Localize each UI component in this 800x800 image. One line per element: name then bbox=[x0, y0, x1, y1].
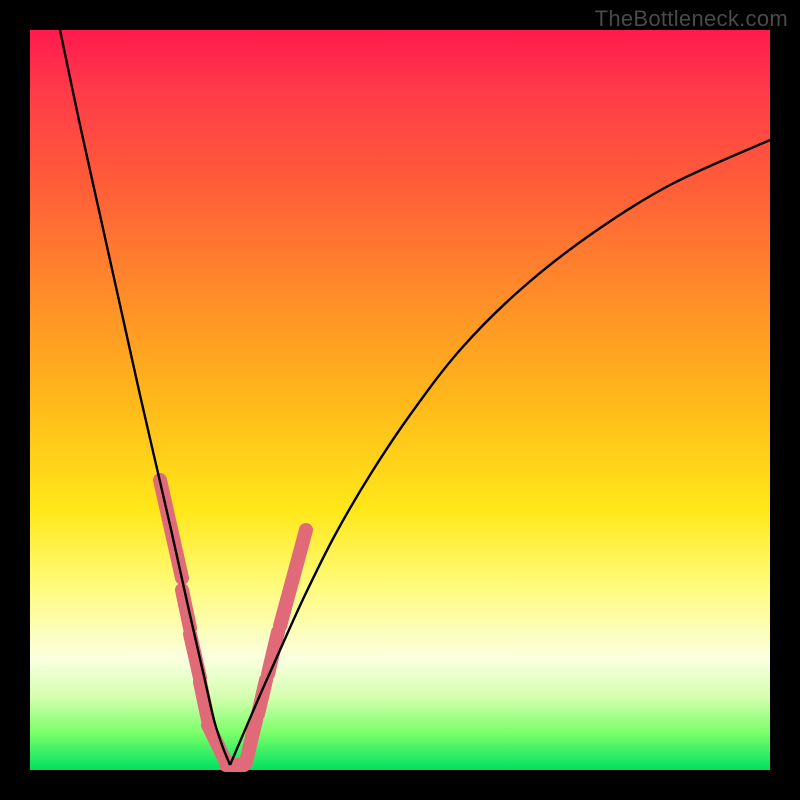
valley-markers bbox=[160, 480, 306, 765]
watermark-text: TheBottleneck.com bbox=[595, 6, 788, 32]
curve-layer bbox=[30, 30, 770, 770]
curve-right-branch bbox=[230, 140, 770, 765]
curve-left-branch bbox=[60, 30, 230, 765]
chart-frame: TheBottleneck.com bbox=[0, 0, 800, 800]
valley-marker-segment bbox=[280, 530, 306, 626]
